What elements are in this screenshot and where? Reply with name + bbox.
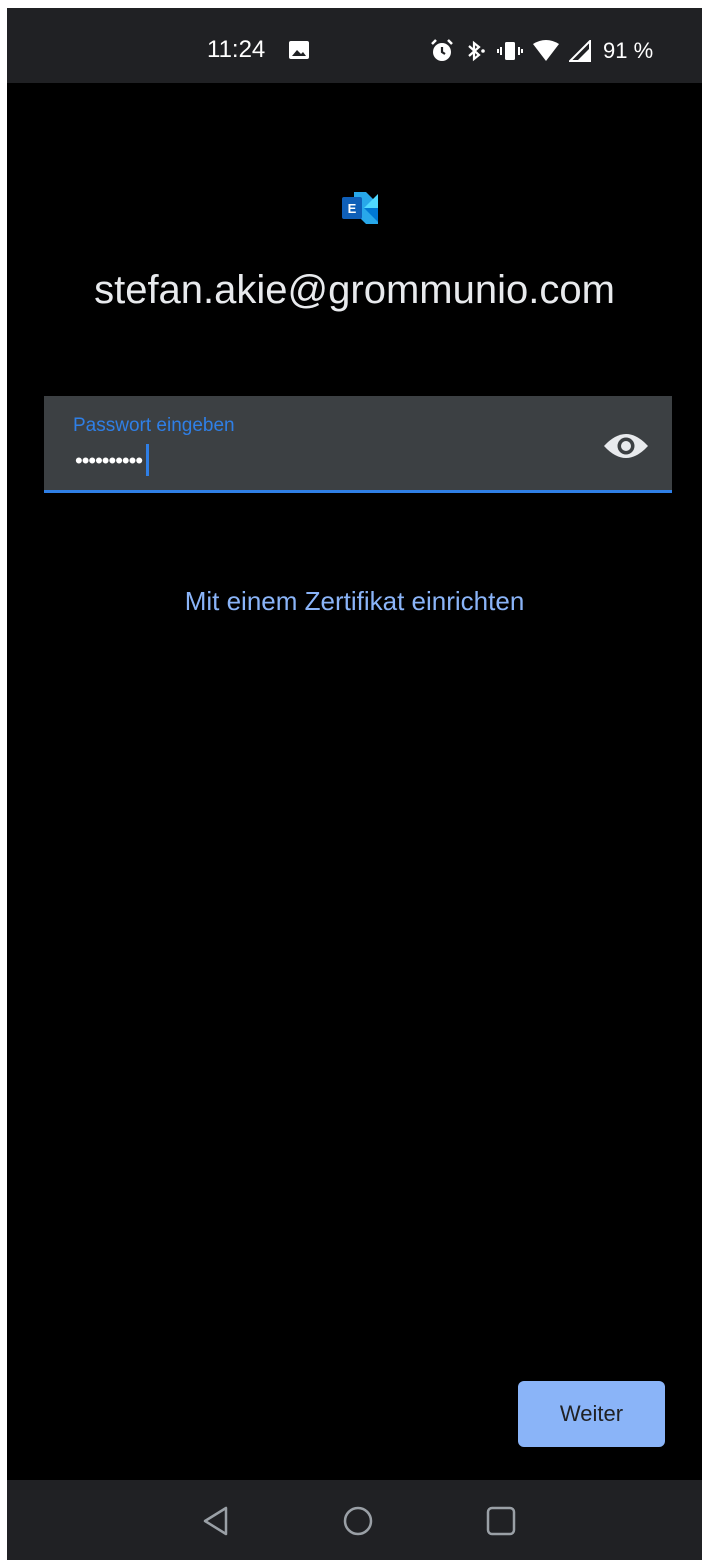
password-label: Passwort eingeben xyxy=(73,415,235,436)
password-field[interactable]: Passwort eingeben •••••••••• xyxy=(44,396,672,493)
certificate-setup-link[interactable]: Mit einem Zertifikat einrichten xyxy=(7,586,702,617)
recents-icon[interactable] xyxy=(484,1504,518,1538)
status-bar: 11:24 91 % xyxy=(7,8,702,83)
battery-percentage: 91 % xyxy=(603,38,654,63)
eye-icon[interactable] xyxy=(601,429,651,463)
next-button[interactable]: Weiter xyxy=(518,1381,665,1447)
wifi-icon xyxy=(533,40,559,61)
home-icon[interactable] xyxy=(341,1504,375,1538)
alarm-icon xyxy=(431,39,453,61)
status-icons: 91 % xyxy=(431,38,653,64)
text-cursor xyxy=(146,444,150,476)
phone-screen: 11:24 91 % E stefan.akie@grommunio.com P… xyxy=(7,8,702,1560)
navigation-bar xyxy=(7,1480,702,1560)
back-icon[interactable] xyxy=(200,1504,234,1538)
password-input[interactable]: •••••••••• xyxy=(75,444,150,476)
vibrate-icon xyxy=(497,42,523,60)
signal-icon xyxy=(569,40,591,62)
svg-text:E: E xyxy=(348,201,357,216)
gallery-icon xyxy=(289,41,309,59)
password-masked-value: •••••••••• xyxy=(75,448,143,473)
bluetooth-icon xyxy=(468,40,485,62)
exchange-logo-icon: E xyxy=(342,192,378,224)
status-time: 11:24 xyxy=(207,36,266,63)
account-email: stefan.akie@grommunio.com xyxy=(94,268,615,312)
